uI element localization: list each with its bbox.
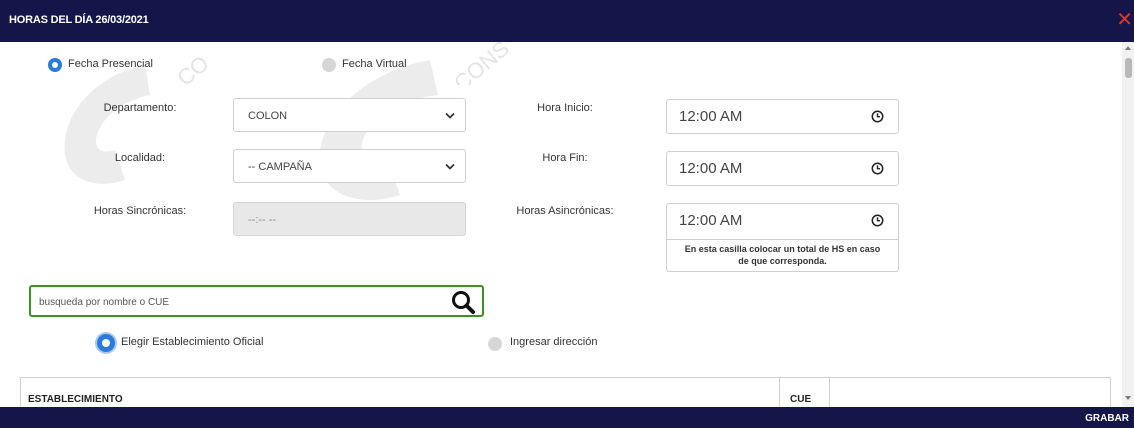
localidad-select[interactable]: -- CAMPAÑA [233, 149, 466, 183]
radio-establecimiento-oficial-label[interactable]: Elegir Establecimiento Oficial [121, 336, 263, 348]
radio-establecimiento-oficial[interactable] [97, 334, 115, 352]
close-icon[interactable]: ✕ [1116, 10, 1133, 30]
horas-asincronicas-label: Horas Asincrónicas: [516, 205, 614, 217]
vertical-scrollbar[interactable] [1122, 42, 1134, 407]
radio-fecha-presencial[interactable] [48, 58, 62, 72]
watermark-logo [64, 65, 150, 184]
dialog-footer: GRABAR [0, 407, 1134, 428]
horas-asincronicas-hint: En esta casilla colocar un total de HS e… [666, 240, 899, 272]
dialog-title: HORAS DEL DÍA 26/03/2021 [9, 14, 149, 26]
scroll-thumb[interactable] [1125, 58, 1132, 78]
establishment-search [29, 285, 484, 317]
svg-text:CO: CO [172, 51, 213, 90]
clock-icon[interactable] [871, 162, 884, 175]
departamento-select[interactable]: COLON [233, 98, 466, 132]
hora-fin-input[interactable]: 12:00 AM [666, 151, 899, 186]
clock-icon[interactable] [871, 214, 884, 227]
hora-inicio-value: 12:00 AM [679, 108, 743, 125]
localidad-value: -- CAMPAÑA [248, 161, 312, 173]
hora-fin-value: 12:00 AM [679, 160, 743, 177]
radio-ingresar-direccion-label[interactable]: Ingresar dirección [510, 336, 597, 348]
column-header-establecimiento: ESTABLECIMIENTO [28, 394, 123, 405]
hint-line-1: En esta casilla colocar un total de HS e… [684, 244, 881, 254]
svg-text:CONS: CONS [449, 36, 514, 85]
hora-fin-label: Hora Fin: [542, 152, 588, 164]
hora-inicio-label: Hora Inicio: [537, 102, 593, 114]
column-divider [779, 378, 780, 409]
clock-icon[interactable] [871, 110, 884, 123]
localidad-label: Localidad: [114, 152, 166, 164]
radio-fecha-virtual-label[interactable]: Fecha Virtual [342, 58, 407, 70]
column-header-cue: CUE [790, 394, 812, 405]
radio-ingresar-direccion[interactable] [488, 337, 502, 351]
horas-sincronicas-label: Horas Sincrónicas: [93, 205, 187, 217]
hours-dialog: CO CONS HORAS DEL DÍA 26/03/2021 ✕ Fecha… [0, 0, 1134, 428]
scroll-down-arrow-icon[interactable] [1125, 396, 1131, 400]
save-button[interactable]: GRABAR [1085, 413, 1129, 424]
radio-fecha-virtual[interactable] [322, 58, 336, 72]
departamento-label: Departamento: [103, 102, 177, 114]
horas-sincronicas-field: --:-- -- [233, 202, 466, 236]
horas-asincronicas-input[interactable]: 12:00 AM [666, 203, 899, 240]
radio-fecha-presencial-label[interactable]: Fecha Presencial [68, 58, 153, 70]
search-icon[interactable] [450, 289, 476, 315]
column-divider [829, 378, 830, 409]
hint-line-2: de que corresponda. [738, 256, 827, 266]
horas-asincronicas-value: 12:00 AM [679, 212, 743, 229]
horas-sincronicas-value: --:-- -- [248, 214, 277, 226]
chevron-down-icon [445, 112, 455, 119]
hora-inicio-input[interactable]: 12:00 AM [666, 99, 899, 134]
dialog-header: HORAS DEL DÍA 26/03/2021 ✕ [0, 0, 1134, 42]
scroll-up-arrow-icon[interactable] [1125, 46, 1131, 50]
establishments-table: ESTABLECIMIENTO CUE [20, 377, 1111, 409]
search-input[interactable] [39, 294, 439, 310]
chevron-down-icon [445, 163, 455, 170]
departamento-value: COLON [248, 110, 288, 122]
